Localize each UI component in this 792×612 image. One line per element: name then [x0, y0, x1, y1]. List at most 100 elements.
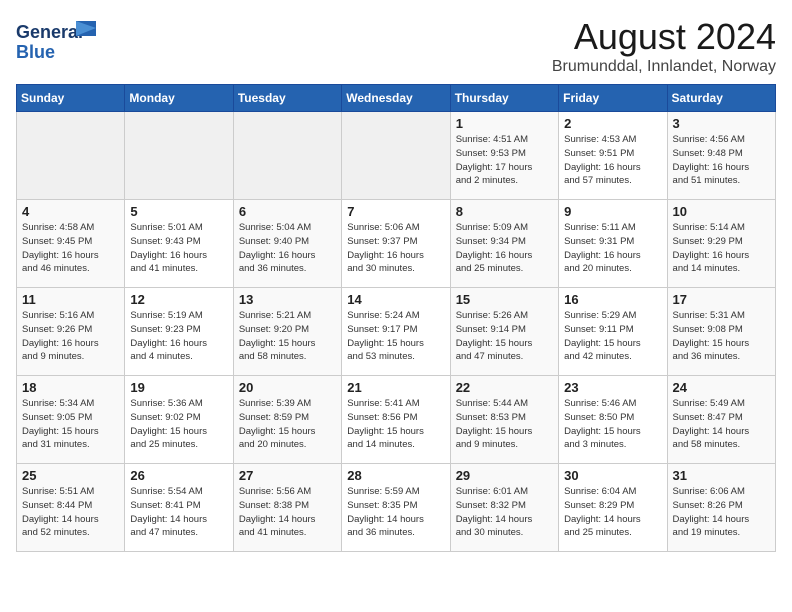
day-number: 17 — [673, 292, 770, 307]
day-info: Sunrise: 5:04 AM Sunset: 9:40 PM Dayligh… — [239, 221, 336, 276]
day-info: Sunrise: 5:54 AM Sunset: 8:41 PM Dayligh… — [130, 485, 227, 540]
svg-text:Blue: Blue — [16, 42, 55, 62]
calendar-cell: 15 Sunrise: 5:26 AM Sunset: 9:14 PM Dayli… — [450, 288, 558, 376]
day-number: 1 — [456, 116, 553, 131]
calendar-cell: 10 Sunrise: 5:14 AM Sunset: 9:29 PM Dayli… — [667, 200, 775, 288]
day-info: Sunrise: 4:51 AM Sunset: 9:53 PM Dayligh… — [456, 133, 553, 188]
calendar-cell: 20Sunrise: 5:39 AM Sunset: 8:59 PM Dayli… — [233, 376, 341, 464]
calendar-cell: 24Sunrise: 5:49 AM Sunset: 8:47 PM Dayli… — [667, 376, 775, 464]
calendar-cell: 27Sunrise: 5:56 AM Sunset: 8:38 PM Dayli… — [233, 464, 341, 552]
month-title: August 2024 — [552, 16, 776, 58]
day-info: Sunrise: 5:14 AM Sunset: 9:29 PM Dayligh… — [673, 221, 770, 276]
day-number: 11 — [22, 292, 119, 307]
day-info: Sunrise: 5:16 AM Sunset: 9:26 PM Dayligh… — [22, 309, 119, 364]
day-info: Sunrise: 5:36 AM Sunset: 9:02 PM Dayligh… — [130, 397, 227, 452]
calendar-week-row: 11 Sunrise: 5:16 AM Sunset: 9:26 PM Dayli… — [17, 288, 776, 376]
day-number: 2 — [564, 116, 661, 131]
weekday-header-wednesday: Wednesday — [342, 85, 450, 112]
weekday-header-monday: Monday — [125, 85, 233, 112]
day-info: Sunrise: 5:59 AM Sunset: 8:35 PM Dayligh… — [347, 485, 444, 540]
calendar-cell: 2 Sunrise: 4:53 AM Sunset: 9:51 PM Daylig… — [559, 112, 667, 200]
day-number: 29 — [456, 468, 553, 483]
calendar-cell: 3Sunrise: 4:56 AM Sunset: 9:48 PM Daylig… — [667, 112, 775, 200]
day-number: 15 — [456, 292, 553, 307]
calendar-cell: 29 Sunrise: 6:01 AM Sunset: 8:32 PM Dayli… — [450, 464, 558, 552]
day-number: 26 — [130, 468, 227, 483]
calendar-cell — [233, 112, 341, 200]
calendar-table: SundayMondayTuesdayWednesdayThursdayFrid… — [16, 84, 776, 552]
day-number: 20 — [239, 380, 336, 395]
calendar-week-row: 1 Sunrise: 4:51 AM Sunset: 9:53 PM Daylig… — [17, 112, 776, 200]
calendar-cell — [17, 112, 125, 200]
day-number: 31 — [673, 468, 770, 483]
day-info: Sunrise: 5:41 AM Sunset: 8:56 PM Dayligh… — [347, 397, 444, 452]
day-info: Sunrise: 5:11 AM Sunset: 9:31 PM Dayligh… — [564, 221, 661, 276]
calendar-cell: 30Sunrise: 6:04 AM Sunset: 8:29 PM Dayli… — [559, 464, 667, 552]
calendar-cell: 11 Sunrise: 5:16 AM Sunset: 9:26 PM Dayli… — [17, 288, 125, 376]
weekday-header-thursday: Thursday — [450, 85, 558, 112]
calendar-cell: 4 Sunrise: 4:58 AM Sunset: 9:45 PM Daylig… — [17, 200, 125, 288]
day-number: 21 — [347, 380, 444, 395]
day-number: 19 — [130, 380, 227, 395]
day-info: Sunrise: 5:24 AM Sunset: 9:17 PM Dayligh… — [347, 309, 444, 364]
day-number: 4 — [22, 204, 119, 219]
calendar-cell: 21 Sunrise: 5:41 AM Sunset: 8:56 PM Dayli… — [342, 376, 450, 464]
day-number: 25 — [22, 468, 119, 483]
day-info: Sunrise: 5:51 AM Sunset: 8:44 PM Dayligh… — [22, 485, 119, 540]
calendar-cell: 25 Sunrise: 5:51 AM Sunset: 8:44 PM Dayli… — [17, 464, 125, 552]
calendar-cell — [125, 112, 233, 200]
day-info: Sunrise: 5:46 AM Sunset: 8:50 PM Dayligh… — [564, 397, 661, 452]
calendar-cell: 8 Sunrise: 5:09 AM Sunset: 9:34 PM Daylig… — [450, 200, 558, 288]
day-number: 14 — [347, 292, 444, 307]
day-info: Sunrise: 5:29 AM Sunset: 9:11 PM Dayligh… — [564, 309, 661, 364]
day-info: Sunrise: 4:58 AM Sunset: 9:45 PM Dayligh… — [22, 221, 119, 276]
logo-image: General Blue — [16, 16, 106, 66]
calendar-cell: 17Sunrise: 5:31 AM Sunset: 9:08 PM Dayli… — [667, 288, 775, 376]
day-info: Sunrise: 5:26 AM Sunset: 9:14 PM Dayligh… — [456, 309, 553, 364]
calendar-cell: 14 Sunrise: 5:24 AM Sunset: 9:17 PM Dayli… — [342, 288, 450, 376]
day-info: Sunrise: 6:06 AM Sunset: 8:26 PM Dayligh… — [673, 485, 770, 540]
day-info: Sunrise: 4:53 AM Sunset: 9:51 PM Dayligh… — [564, 133, 661, 188]
calendar-cell: 16Sunrise: 5:29 AM Sunset: 9:11 PM Dayli… — [559, 288, 667, 376]
day-info: Sunrise: 4:56 AM Sunset: 9:48 PM Dayligh… — [673, 133, 770, 188]
calendar-cell — [342, 112, 450, 200]
day-info: Sunrise: 5:09 AM Sunset: 9:34 PM Dayligh… — [456, 221, 553, 276]
calendar-body: 1 Sunrise: 4:51 AM Sunset: 9:53 PM Daylig… — [17, 112, 776, 552]
weekday-header-sunday: Sunday — [17, 85, 125, 112]
day-info: Sunrise: 5:21 AM Sunset: 9:20 PM Dayligh… — [239, 309, 336, 364]
weekday-header-saturday: Saturday — [667, 85, 775, 112]
day-number: 18 — [22, 380, 119, 395]
day-info: Sunrise: 5:19 AM Sunset: 9:23 PM Dayligh… — [130, 309, 227, 364]
calendar-cell: 7Sunrise: 5:06 AM Sunset: 9:37 PM Daylig… — [342, 200, 450, 288]
location-title: Brumunddal, Innlandet, Norway — [552, 58, 776, 76]
svg-text:General: General — [16, 22, 83, 42]
calendar-cell: 13 Sunrise: 5:21 AM Sunset: 9:20 PM Dayli… — [233, 288, 341, 376]
calendar-cell: 12Sunrise: 5:19 AM Sunset: 9:23 PM Dayli… — [125, 288, 233, 376]
calendar-header-row: SundayMondayTuesdayWednesdayThursdayFrid… — [17, 85, 776, 112]
day-number: 8 — [456, 204, 553, 219]
calendar-cell: 9Sunrise: 5:11 AM Sunset: 9:31 PM Daylig… — [559, 200, 667, 288]
day-number: 6 — [239, 204, 336, 219]
day-info: Sunrise: 5:01 AM Sunset: 9:43 PM Dayligh… — [130, 221, 227, 276]
day-number: 22 — [456, 380, 553, 395]
day-number: 27 — [239, 468, 336, 483]
day-number: 23 — [564, 380, 661, 395]
day-number: 30 — [564, 468, 661, 483]
calendar-cell: 1 Sunrise: 4:51 AM Sunset: 9:53 PM Daylig… — [450, 112, 558, 200]
day-number: 28 — [347, 468, 444, 483]
day-info: Sunrise: 5:44 AM Sunset: 8:53 PM Dayligh… — [456, 397, 553, 452]
calendar-cell: 23 Sunrise: 5:46 AM Sunset: 8:50 PM Dayli… — [559, 376, 667, 464]
page-header: General Blue August 2024 Brumunddal, Inn… — [16, 16, 776, 76]
day-number: 10 — [673, 204, 770, 219]
calendar-cell: 22 Sunrise: 5:44 AM Sunset: 8:53 PM Dayli… — [450, 376, 558, 464]
weekday-header-friday: Friday — [559, 85, 667, 112]
calendar-week-row: 25 Sunrise: 5:51 AM Sunset: 8:44 PM Dayli… — [17, 464, 776, 552]
calendar-cell: 28 Sunrise: 5:59 AM Sunset: 8:35 PM Dayli… — [342, 464, 450, 552]
calendar-week-row: 4 Sunrise: 4:58 AM Sunset: 9:45 PM Daylig… — [17, 200, 776, 288]
day-number: 13 — [239, 292, 336, 307]
day-number: 7 — [347, 204, 444, 219]
day-info: Sunrise: 6:01 AM Sunset: 8:32 PM Dayligh… — [456, 485, 553, 540]
weekday-header-tuesday: Tuesday — [233, 85, 341, 112]
day-number: 24 — [673, 380, 770, 395]
day-number: 5 — [130, 204, 227, 219]
